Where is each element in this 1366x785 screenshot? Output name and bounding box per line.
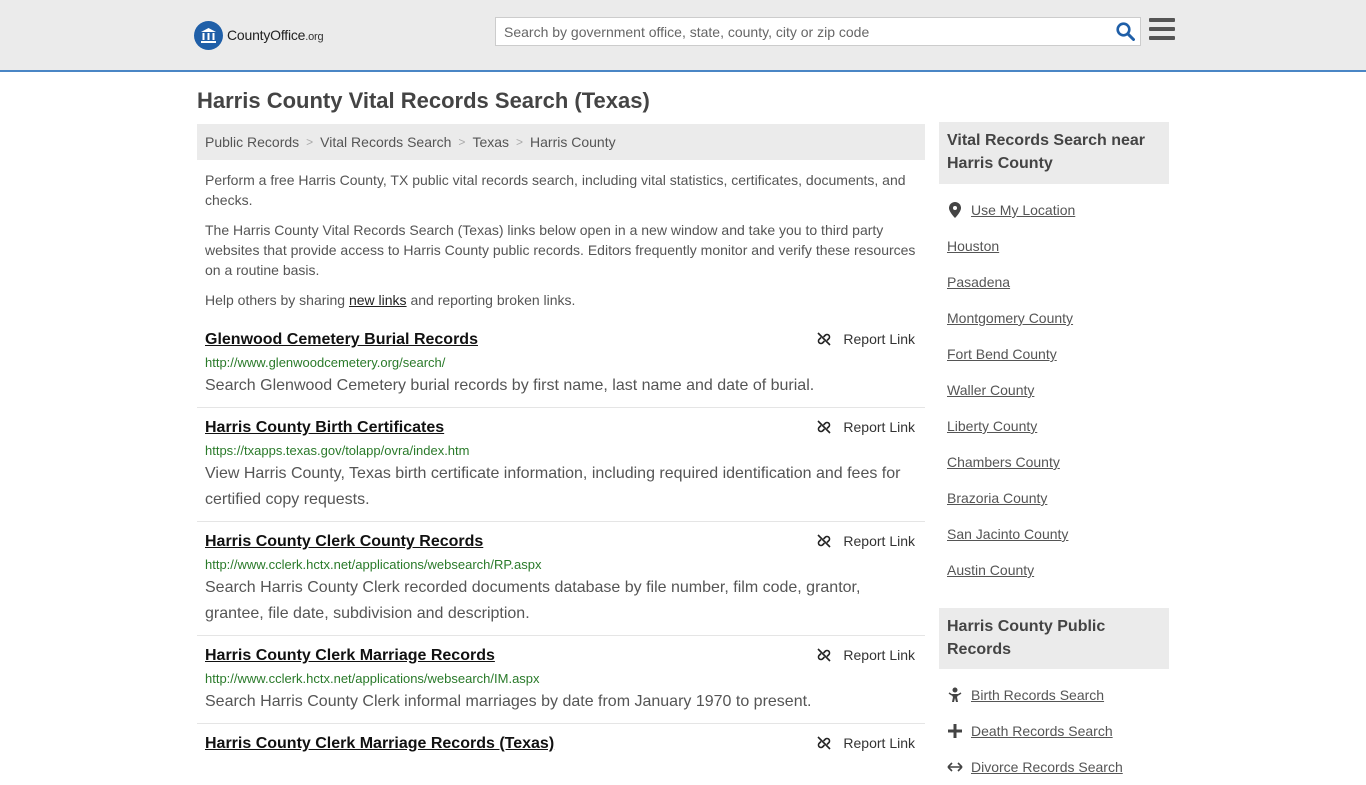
nearby-link[interactable]: Houston (947, 238, 999, 254)
sidebar-item-austin: Austin County (947, 552, 1169, 588)
record-title-link[interactable]: Harris County Clerk County Records (205, 530, 483, 554)
breadcrumb-texas[interactable]: Texas (472, 134, 509, 150)
nearby-link[interactable]: Montgomery County (947, 310, 1073, 326)
report-link-label: Report Link (843, 331, 915, 347)
map-pin-icon (947, 202, 963, 218)
sidebar-item-fort-bend: Fort Bend County (947, 336, 1169, 372)
nearby-link[interactable]: Austin County (947, 562, 1034, 578)
report-link-button[interactable]: Report Link (816, 735, 915, 751)
report-link-label: Report Link (843, 419, 915, 435)
site-logo[interactable]: CountyOffice.org (194, 20, 324, 50)
baby-icon (947, 687, 963, 703)
record-title-link[interactable]: Harris County Clerk Marriage Records (205, 644, 495, 668)
record-title-link[interactable]: Harris County Birth Certificates (205, 416, 444, 440)
breadcrumb-vital-records[interactable]: Vital Records Search (320, 134, 451, 150)
search-button[interactable] (1110, 18, 1140, 45)
breadcrumb-harris-county[interactable]: Harris County (530, 134, 616, 150)
intro-paragraph-3: Help others by sharing new links and rep… (205, 290, 920, 310)
sidebar-item-san-jacinto: San Jacinto County (947, 516, 1169, 552)
sidebar-item-houston: Houston (947, 228, 1169, 264)
broken-link-icon (817, 332, 831, 346)
breadcrumb: Public Records > Vital Records Search > … (197, 124, 925, 160)
search-icon (1115, 22, 1135, 41)
record-description: Search Harris County Clerk recorded docu… (205, 579, 861, 622)
breadcrumb-separator: > (458, 135, 466, 149)
intro-p3-before: Help others by sharing (205, 292, 349, 308)
search-input[interactable] (496, 18, 1110, 45)
record-description: View Harris County, Texas birth certific… (205, 465, 901, 508)
nearby-link[interactable]: Brazoria County (947, 490, 1047, 506)
logo-brand: CountyOffice (227, 27, 306, 43)
sidebar-nearby-heading: Vital Records Search near Harris County (939, 122, 1169, 184)
sidebar-item-pasadena: Pasadena (947, 264, 1169, 300)
nearby-link[interactable]: San Jacinto County (947, 526, 1068, 542)
record-item: Glenwood Cemetery Burial Records http://… (197, 320, 925, 408)
record-title-link[interactable]: Glenwood Cemetery Burial Records (205, 328, 478, 352)
hamburger-menu-icon[interactable] (1149, 18, 1175, 44)
sidebar-item-brazoria: Brazoria County (947, 480, 1169, 516)
intro-paragraph-1: Perform a free Harris County, TX public … (205, 172, 906, 208)
arrows-icon (947, 759, 963, 775)
county-seal-icon (194, 20, 223, 50)
nearby-link[interactable]: Fort Bend County (947, 346, 1057, 362)
use-my-location-link[interactable]: Use My Location (971, 202, 1075, 218)
records-list: Glenwood Cemetery Burial Records http://… (197, 320, 925, 764)
birth-records-link[interactable]: Birth Records Search (971, 687, 1104, 703)
nearby-link[interactable]: Chambers County (947, 454, 1060, 470)
death-records-link[interactable]: Death Records Search (971, 723, 1113, 739)
new-links-link[interactable]: new links (349, 292, 407, 308)
sidebar-public-records-list: Birth Records Search Death Records Searc… (947, 677, 1169, 785)
sidebar-item-montgomery: Montgomery County (947, 300, 1169, 336)
breadcrumb-separator: > (306, 135, 314, 149)
search-bar (495, 17, 1141, 46)
broken-link-icon (817, 534, 831, 548)
record-url: http://www.glenwoodcemetery.org/search/ (205, 355, 446, 370)
sidebar-item-divorce-records: Divorce Records Search (947, 749, 1169, 785)
record-item: Harris County Clerk Marriage Records (Te… (197, 724, 925, 764)
page-title: Harris County Vital Records Search (Texa… (197, 88, 650, 113)
record-title-link[interactable]: Harris County Clerk Marriage Records (Te… (205, 732, 554, 756)
intro-text: Perform a free Harris County, TX public … (205, 170, 920, 320)
intro-p3-after: and reporting broken links. (406, 292, 576, 308)
broken-link-icon (817, 648, 831, 662)
sidebar-public-records-heading: Harris County Public Records (939, 608, 1169, 669)
use-my-location-item: Use My Location (947, 192, 1169, 228)
report-link-button[interactable]: Report Link (816, 331, 915, 347)
record-item: Harris County Birth Certificates https:/… (197, 408, 925, 522)
report-link-label: Report Link (843, 647, 915, 663)
report-link-label: Report Link (843, 735, 915, 751)
report-link-button[interactable]: Report Link (816, 647, 915, 663)
sidebar-item-chambers: Chambers County (947, 444, 1169, 480)
logo-tld: .org (305, 31, 324, 43)
broken-link-icon (817, 420, 831, 434)
breadcrumb-public-records[interactable]: Public Records (205, 134, 299, 150)
sidebar-item-death-records: Death Records Search (947, 713, 1169, 749)
record-item: Harris County Clerk County Records http:… (197, 522, 925, 636)
logo-text: CountyOffice.org (227, 27, 324, 43)
cross-icon (947, 723, 963, 739)
sidebar-item-liberty: Liberty County (947, 408, 1169, 444)
broken-link-icon (817, 736, 831, 750)
divorce-records-link[interactable]: Divorce Records Search (971, 759, 1123, 775)
intro-paragraph-2: The Harris County Vital Records Search (… (205, 222, 916, 278)
sidebar-item-birth-records: Birth Records Search (947, 677, 1169, 713)
report-link-button[interactable]: Report Link (816, 419, 915, 435)
nearby-link[interactable]: Pasadena (947, 274, 1010, 290)
sidebar-item-waller: Waller County (947, 372, 1169, 408)
report-link-label: Report Link (843, 533, 915, 549)
record-description: Search Glenwood Cemetery burial records … (205, 377, 815, 394)
nearby-link[interactable]: Liberty County (947, 418, 1037, 434)
record-item: Harris County Clerk Marriage Records htt… (197, 636, 925, 724)
record-description: Search Harris County Clerk informal marr… (205, 693, 812, 710)
breadcrumb-separator: > (516, 135, 524, 149)
site-header: CountyOffice.org (0, 0, 1366, 72)
record-url: https://txapps.texas.gov/tolapp/ovra/ind… (205, 443, 470, 458)
record-url: http://www.cclerk.hctx.net/applications/… (205, 671, 540, 686)
nearby-link[interactable]: Waller County (947, 382, 1034, 398)
sidebar-nearby-list: Use My Location Houston Pasadena Montgom… (947, 192, 1169, 588)
report-link-button[interactable]: Report Link (816, 533, 915, 549)
record-url: http://www.cclerk.hctx.net/applications/… (205, 557, 542, 572)
